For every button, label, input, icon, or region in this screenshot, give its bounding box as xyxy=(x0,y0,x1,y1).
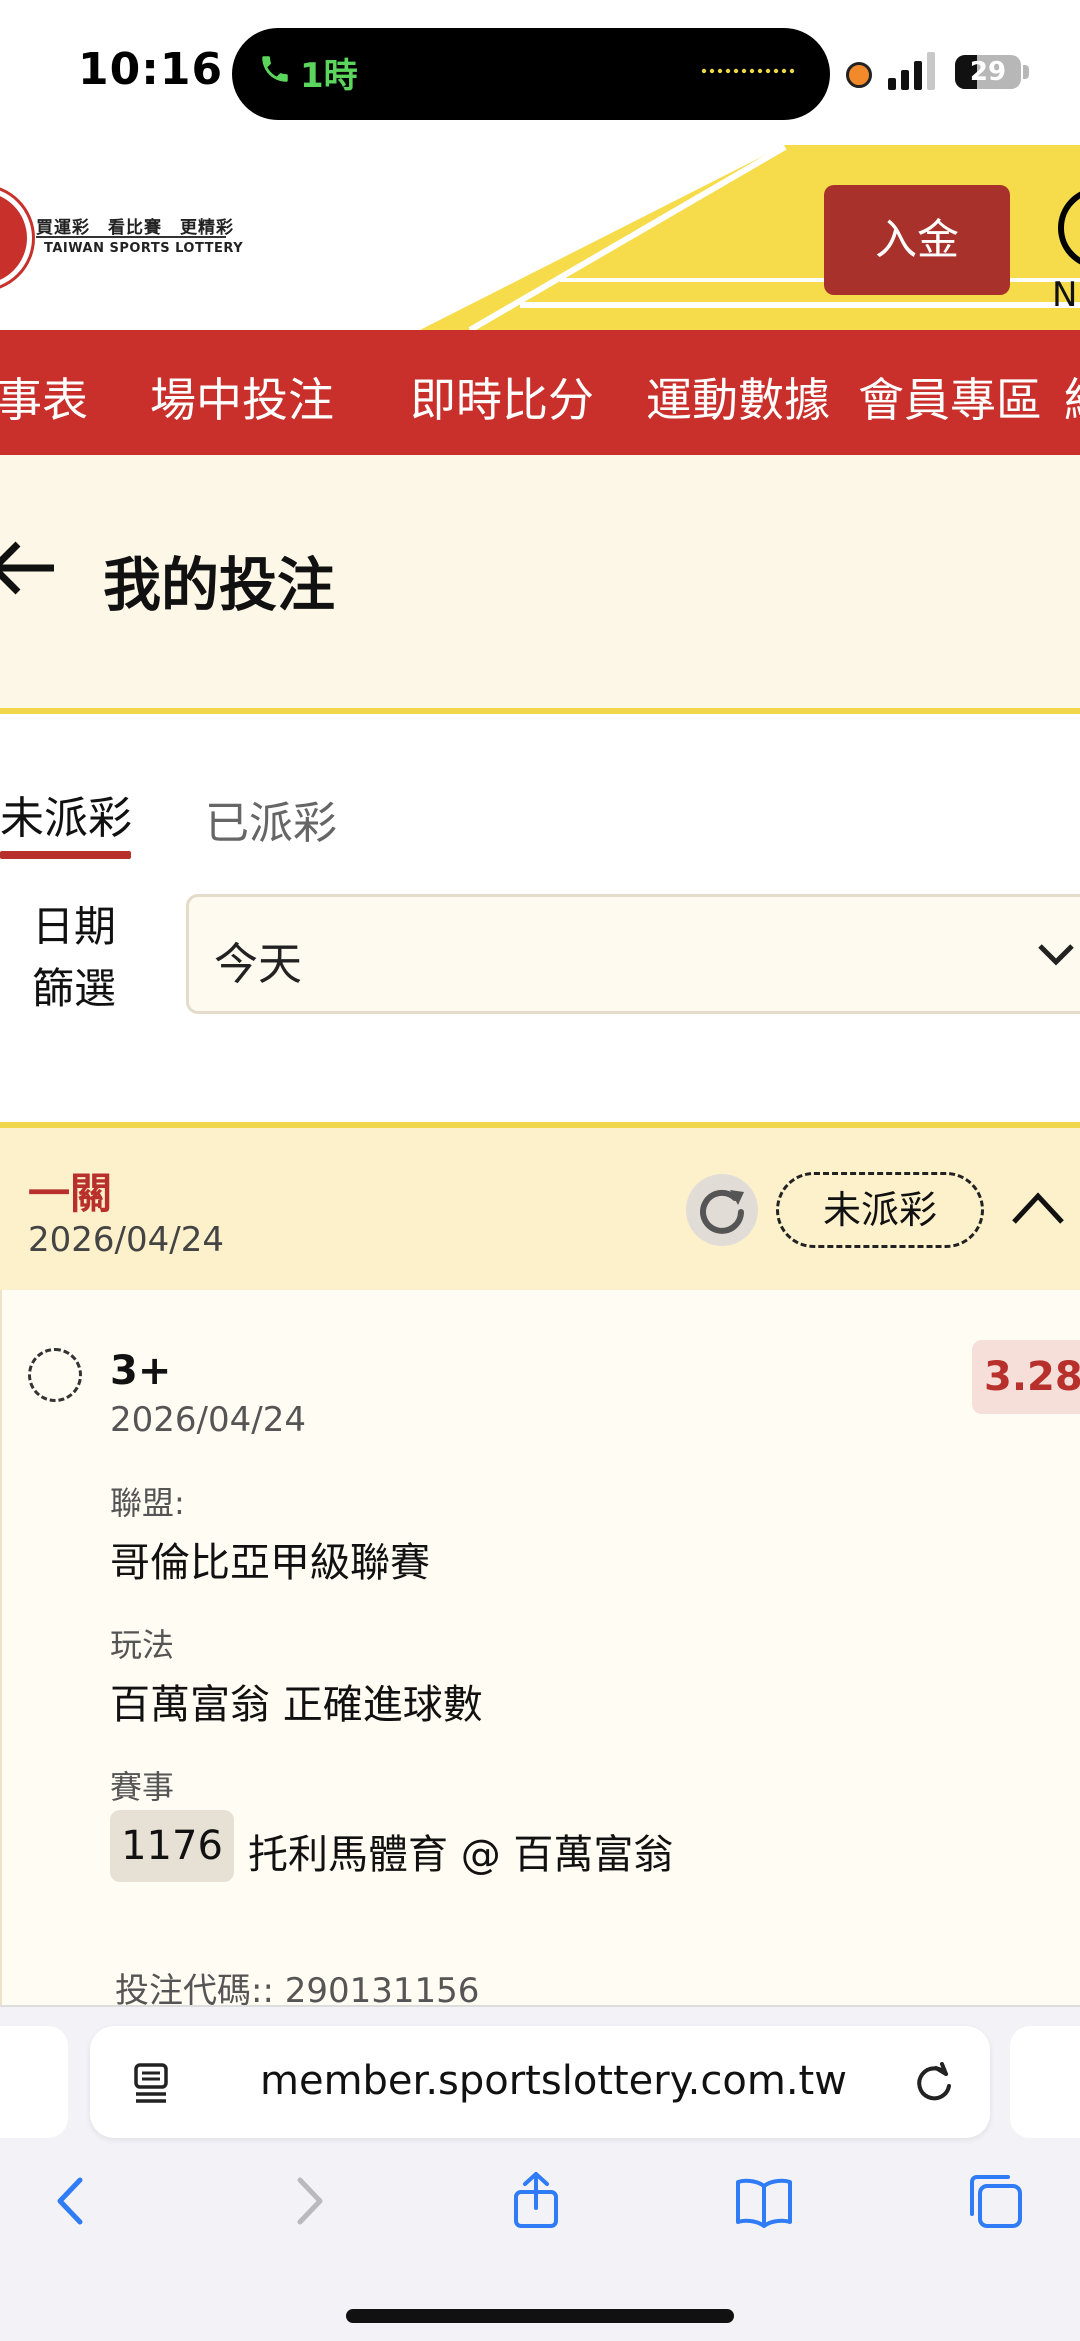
reload-icon[interactable] xyxy=(912,2060,956,2104)
date-filter-select[interactable] xyxy=(186,894,1080,1014)
nav-item-live-betting[interactable]: 場中投注 xyxy=(150,364,334,430)
status-time: 10:16 xyxy=(78,44,224,95)
back-arrow-icon[interactable] xyxy=(0,540,60,596)
event-name: 托利馬體育 @ 百萬富翁 xyxy=(248,1832,674,1878)
battery-percent: 29 xyxy=(969,57,1007,87)
nav-item-live-scores[interactable]: 即時比分 xyxy=(410,364,594,430)
tab-unsettled[interactable]: 未派彩 xyxy=(0,782,132,846)
privacy-indicator-icon xyxy=(846,62,872,88)
status-badge: 未派彩 xyxy=(776,1172,984,1248)
url-text: member.sportslottery.com.tw xyxy=(260,2058,847,2104)
nav-item-schedule[interactable]: 事表 xyxy=(0,364,88,430)
bet-type: 一關 xyxy=(28,1169,113,1218)
back-icon[interactable] xyxy=(42,2172,102,2230)
page-menu-icon[interactable] xyxy=(132,2062,172,2104)
date-filter-value: 今天 xyxy=(214,939,302,990)
battery-cap xyxy=(1023,65,1029,79)
active-tab-indicator xyxy=(0,851,131,859)
league-label: 聯盟: xyxy=(110,1484,185,1522)
selection-date: 2026/04/24 xyxy=(110,1400,306,1440)
date-filter-label-line2: 篩選 xyxy=(32,964,117,1013)
logo-divider xyxy=(36,236,226,238)
refresh-button[interactable] xyxy=(686,1174,758,1246)
league-value: 哥倫比亞甲級聯賽 xyxy=(110,1540,430,1586)
nav-item-sports-data[interactable]: 運動數據 xyxy=(646,364,830,430)
selection-name: 3+ xyxy=(110,1348,172,1394)
site-header: 買運彩 看比賽 更精彩 TAIWAN SPORTS LOTTERY 入金 N xyxy=(0,145,1080,330)
main-nav: 事表 場中投注 即時比分 運動數據 會員專區 統 xyxy=(0,330,1080,455)
header-divider xyxy=(0,708,1080,714)
pending-status-icon xyxy=(28,1348,82,1402)
nav-item-more[interactable]: 統 xyxy=(1064,364,1080,430)
date-filter-label-line1: 日期 xyxy=(32,902,117,951)
page-title: 我的投注 xyxy=(103,551,336,619)
odds-badge: 3.28 xyxy=(972,1340,1080,1414)
tab-settled[interactable]: 已派彩 xyxy=(205,787,337,851)
bookmarks-icon[interactable] xyxy=(734,2172,794,2230)
previous-tab-preview[interactable] xyxy=(0,2026,68,2138)
logo-english-name: TAIWAN SPORTS LOTTERY xyxy=(44,241,244,256)
bet-date: 2026/04/24 xyxy=(28,1220,224,1260)
next-tab-preview[interactable] xyxy=(1010,2026,1080,2138)
cellular-signal-icon xyxy=(888,52,935,90)
refresh-icon xyxy=(700,1189,744,1234)
nav-item-member-zone[interactable]: 會員專區 xyxy=(858,364,1042,430)
deposit-button[interactable]: 入金 xyxy=(824,185,1010,295)
event-label: 賽事 xyxy=(110,1768,175,1806)
chevron-down-icon[interactable] xyxy=(1036,938,1076,970)
call-duration: 1時 xyxy=(300,56,358,96)
phone-icon xyxy=(258,50,292,92)
market-label: 玩法 xyxy=(110,1626,175,1664)
tabs-icon[interactable] xyxy=(966,2172,1026,2230)
event-code: 1176 xyxy=(110,1810,234,1882)
date-filter-label: 日期 篩選 xyxy=(32,896,122,1020)
account-label: N xyxy=(1052,275,1078,315)
market-value: 百萬富翁 正確進球數 xyxy=(110,1682,483,1728)
audio-wave-icon xyxy=(701,68,795,74)
forward-icon[interactable] xyxy=(278,2172,338,2230)
home-indicator[interactable] xyxy=(346,2309,734,2323)
chevron-up-icon[interactable] xyxy=(1010,1186,1066,1230)
share-icon[interactable] xyxy=(506,2172,566,2230)
logo-slogan: 買運彩 看比賽 更精彩 xyxy=(36,218,234,238)
